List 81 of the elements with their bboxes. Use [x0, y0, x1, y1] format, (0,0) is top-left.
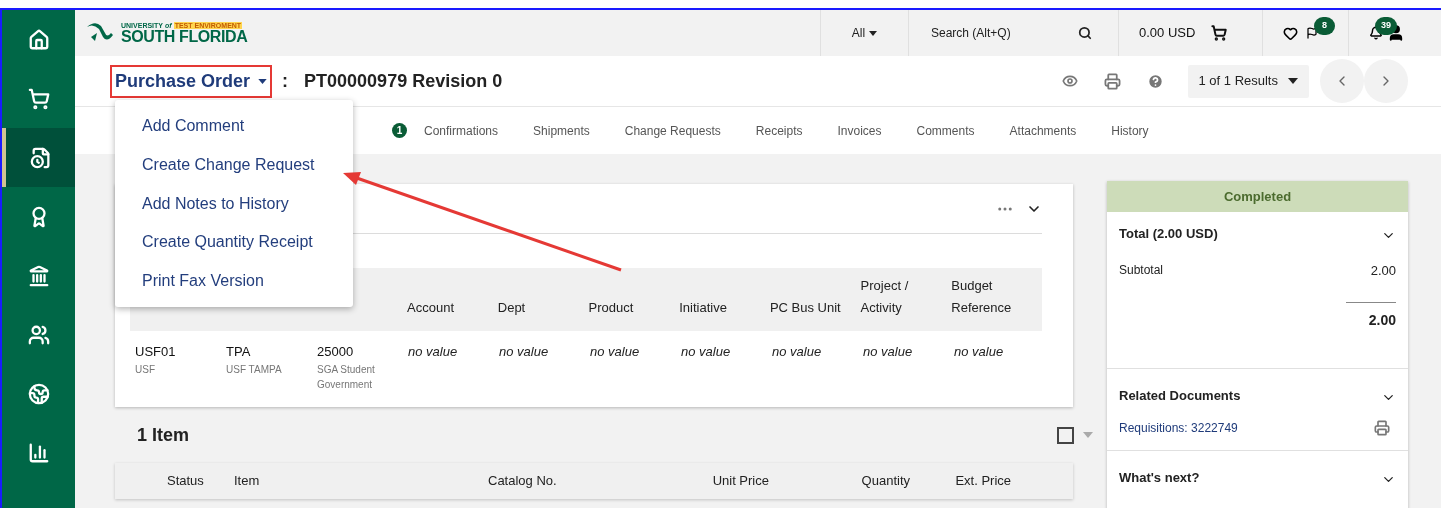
tab-count-badge: 1 — [392, 123, 407, 138]
subtotal-value: 2.00 — [1370, 262, 1396, 280]
flag-icon[interactable] — [1306, 26, 1318, 40]
requisition-link[interactable]: Requisitions: 3222749 — [1119, 419, 1238, 437]
cell-caption: SGA Student Government — [317, 363, 376, 392]
tab[interactable]: Invoices — [837, 107, 882, 154]
cart-icon — [27, 87, 50, 110]
eye-icon[interactable] — [1061, 73, 1078, 89]
print-icon[interactable] — [1374, 420, 1390, 436]
purchase-order-menu-button[interactable]: Purchase Order — [110, 64, 273, 98]
caret-icon — [869, 30, 878, 36]
table-cell-text: USF01 — [135, 344, 177, 360]
search-icon — [1078, 26, 1092, 40]
favorites-icon[interactable] — [1283, 25, 1298, 41]
document-clock-icon — [29, 146, 52, 169]
document-title: PT00000979 Revision 0 — [304, 69, 503, 93]
caret-icon — [1083, 432, 1093, 438]
tab[interactable]: Receipts — [755, 107, 803, 154]
table-cell-text: no value — [772, 344, 823, 360]
column-header: Unit Price — [711, 472, 769, 491]
column-header: Quantity — [860, 472, 910, 491]
logo-title: SOUTH FLORIDA — [121, 28, 248, 45]
caret-icon — [1288, 78, 1298, 84]
menu-item[interactable]: Create Quantity Receipt — [115, 223, 353, 262]
table-cell-text: no value — [681, 344, 732, 360]
tab[interactable]: Shipments — [533, 107, 590, 154]
status-banner: Completed — [1107, 181, 1408, 212]
section-title: Related Documents — [1119, 386, 1241, 405]
tab[interactable]: History — [1111, 107, 1149, 154]
menu-item[interactable]: Add Comment — [115, 107, 353, 146]
cart-icon — [1211, 25, 1228, 41]
column-header: Item — [234, 472, 261, 491]
tab[interactable]: Confirmations — [424, 107, 499, 154]
search-field[interactable]: Search (Alt+Q) — [908, 10, 1118, 56]
column-header: Catalog No. — [488, 472, 558, 491]
bell-icon[interactable] — [1369, 26, 1383, 40]
tab[interactable]: Comments — [916, 107, 975, 154]
sidebar-item[interactable] — [2, 128, 75, 187]
print-icon[interactable] — [1103, 72, 1121, 90]
column-header: Product — [588, 299, 635, 317]
cell-caption: USF TAMPA — [226, 363, 283, 377]
menu-item[interactable]: Add Notes to History — [115, 184, 353, 224]
notification-count-badge: 39 — [1375, 17, 1397, 35]
bar-chart-icon — [27, 441, 50, 464]
table-cell-text: no value — [590, 344, 641, 360]
section-title: Total (2.00 USD) — [1119, 224, 1218, 243]
scope-dropdown[interactable]: All — [820, 10, 908, 56]
title-separator: : — [282, 69, 289, 93]
table-cell-text: no value — [954, 344, 1005, 360]
table-cell-text: no value — [408, 344, 459, 360]
menu-item[interactable]: Create Change Request — [115, 145, 353, 185]
column-header: Project / Activity — [860, 277, 910, 317]
cell-caption: USF — [135, 363, 156, 377]
column-header: Budget Reference — [951, 277, 1013, 317]
column-header: Ext. Price — [954, 472, 1011, 491]
column-header: Status — [166, 472, 205, 491]
column-header: Initiative — [679, 299, 728, 317]
table-cell-text: TPA — [226, 344, 252, 360]
section-title: 1 Item — [137, 423, 190, 447]
table-cell-text: no value — [863, 344, 914, 360]
cart-button[interactable]: 0.00 USD — [1118, 10, 1262, 56]
help-icon[interactable] — [1146, 72, 1164, 90]
tab[interactable]: Change Requests — [624, 107, 721, 154]
users-icon — [27, 323, 50, 346]
table-cell-text: 25000 — [317, 344, 355, 360]
select-all-checkbox[interactable] — [1057, 426, 1074, 444]
table-cell-text: no value — [499, 344, 550, 360]
section-title: What's next? — [1119, 468, 1200, 487]
home-icon — [27, 28, 50, 51]
subtotal-label: Subtotal — [1119, 262, 1164, 279]
tab[interactable]: Attachments — [1009, 107, 1077, 154]
globe-icon — [27, 382, 50, 405]
results-dropdown[interactable]: 1 of 1 Results — [1187, 64, 1309, 98]
flag-count-badge: 8 — [1314, 17, 1335, 35]
bank-icon — [27, 264, 50, 287]
column-header: PC Bus Unit — [769, 299, 842, 317]
column-header: Account — [407, 299, 456, 317]
column-header: Dept — [497, 299, 527, 317]
caret-icon — [258, 78, 268, 84]
menu-item[interactable]: Print Fax Version — [115, 261, 353, 301]
total-value: 2.00 — [1368, 310, 1396, 330]
